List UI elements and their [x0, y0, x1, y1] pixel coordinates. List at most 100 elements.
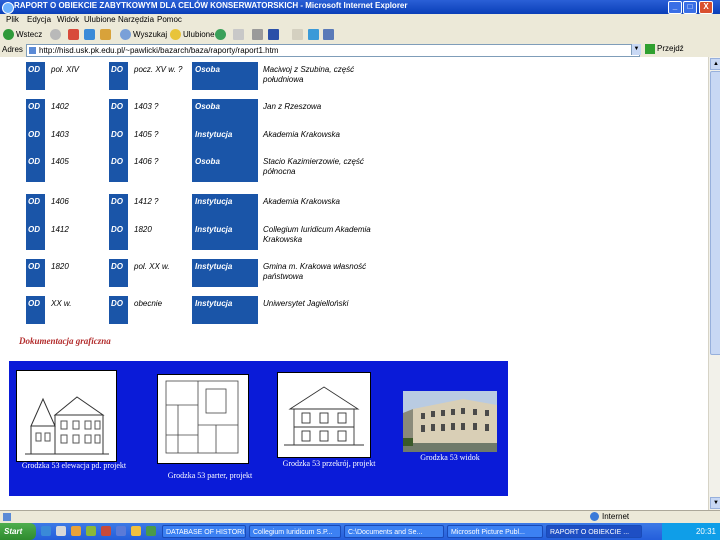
to-date: 1820 — [134, 225, 152, 234]
to-label: DO — [109, 296, 128, 324]
address-input[interactable]: http://hisd.usk.pk.edu.pl/~pawlicki/baza… — [26, 44, 640, 57]
history-row: OD 1412 DO 1820 Instytucja Collegium Iuridicu… — [0, 222, 708, 262]
home-icon — [100, 29, 111, 41]
history-row: OD 1405 DO 1406 ? Osoba Stacio Kazimierzowie,… — [0, 154, 708, 194]
from-date: 1820 — [51, 262, 69, 271]
taskbar-task-raport[interactable]: RAPORT O OBIEKCIE ... — [546, 525, 642, 538]
floor-plan-drawing-icon — [165, 380, 239, 454]
refresh-button[interactable] — [84, 29, 97, 41]
to-date: 1403 ? — [134, 102, 159, 111]
to-date: pol. XX w. — [134, 262, 170, 271]
from-date: 1406 — [51, 197, 69, 206]
edit-word-button[interactable] — [268, 29, 281, 41]
section-drawing-icon — [284, 386, 364, 446]
owner-description: Gmina m. Krakowa własność państwowa — [263, 262, 367, 281]
address-bar: Adres http://hisd.usk.pk.edu.pl/~pawlick… — [0, 43, 720, 58]
favorites-button[interactable]: Ulubione — [170, 29, 215, 41]
app2-quicklaunch-icon[interactable] — [101, 526, 111, 536]
go-arrow-icon — [645, 44, 655, 54]
scroll-up-icon[interactable]: ▲ — [710, 58, 720, 70]
app-quicklaunch-icon[interactable] — [86, 526, 96, 536]
taskbar-task-picture-publisher[interactable]: Microsoft Picture Publ... — [447, 525, 543, 538]
go-button[interactable]: Przejdź — [645, 44, 684, 54]
page-content: OD pol. XIV DO pocz. XV w. ? Osoba Maciwoj z … — [0, 57, 708, 510]
owner-category: Instytucja — [192, 127, 258, 155]
menu-edit[interactable]: Edycja — [27, 15, 51, 24]
close-button[interactable]: X — [699, 1, 713, 14]
discuss-button[interactable] — [292, 29, 305, 41]
taskbar: Start DATABASE OF HISTORI... Collegium I… — [0, 523, 720, 540]
page-icon — [29, 47, 36, 54]
scroll-down-icon[interactable]: ▼ — [710, 497, 720, 509]
forward-button[interactable] — [50, 29, 63, 41]
history-icon — [215, 29, 226, 41]
stop-icon — [68, 29, 79, 41]
research-button[interactable] — [323, 29, 336, 41]
graphic-documentation-gallery: Grodzka 53 elewacja pd. projekt Grodzka … — [9, 361, 508, 496]
maximize-button[interactable]: □ — [683, 1, 697, 14]
menu-bar: Plik Edycja Widok Ulubione Narzędzia Pom… — [0, 14, 720, 28]
system-tray: 20:31 — [662, 523, 720, 540]
taskbar-task-documents[interactable]: C:\Documents and Se... — [344, 525, 444, 538]
start-button[interactable]: Start — [0, 523, 36, 540]
to-date: obecnie — [134, 299, 163, 308]
address-label: Adres — [2, 45, 23, 54]
section-thumbnail[interactable] — [277, 372, 371, 458]
stop-button[interactable] — [68, 29, 81, 41]
app5-quicklaunch-icon[interactable] — [146, 526, 156, 536]
taskbar-task-database[interactable]: DATABASE OF HISTORI... — [162, 525, 246, 538]
to-date: 1412 ? — [134, 197, 159, 206]
from-date: XX w. — [51, 299, 72, 308]
address-url: http://hisd.usk.pk.edu.pl/~pawlicki/baza… — [39, 46, 279, 55]
from-date: pol. XIV — [51, 65, 80, 74]
owner-description: Uniwersytet Jagielloński — [263, 299, 349, 308]
scroll-thumb[interactable] — [710, 71, 720, 355]
globe-icon — [590, 512, 599, 522]
from-label: OD — [26, 259, 45, 287]
from-label: OD — [26, 99, 45, 127]
search-button[interactable]: Wyszukaj — [120, 29, 167, 41]
media-quicklaunch-icon[interactable] — [71, 526, 81, 536]
vertical-scrollbar[interactable]: ▲ ▼ — [708, 57, 720, 510]
photo-thumbnail[interactable] — [403, 391, 497, 452]
address-dropdown-icon[interactable]: ▼ — [631, 44, 641, 55]
taskbar-task-collegium[interactable]: Collegium Iuridicum S.P... — [249, 525, 341, 538]
menu-view[interactable]: Widok — [57, 15, 79, 24]
minimize-button[interactable]: _ — [668, 1, 682, 14]
history-row: OD pol. XIV DO pocz. XV w. ? Osoba Maciwoj z … — [0, 62, 708, 102]
to-date: 1406 ? — [134, 157, 159, 166]
owner-description: Stacio Kazimierzowie, część północna — [263, 157, 364, 176]
floor-plan-thumbnail[interactable] — [157, 374, 249, 464]
print-icon — [252, 29, 263, 41]
history-row: OD 1820 DO pol. XX w. Instytucja Gmina m. Kra… — [0, 259, 708, 299]
ie-quicklaunch-icon[interactable] — [41, 526, 51, 536]
app4-quicklaunch-icon[interactable] — [131, 526, 141, 536]
print-button[interactable] — [252, 29, 265, 41]
from-label: OD — [26, 127, 45, 155]
from-date: 1412 — [51, 225, 69, 234]
clock: 20:31 — [695, 527, 716, 536]
messenger-button[interactable] — [308, 29, 321, 41]
elevation-thumbnail[interactable] — [16, 370, 117, 462]
from-label: OD — [26, 62, 45, 90]
window-title-bar: RAPORT O OBIEKCIE ZABYTKOWYM DLA CELÓW K… — [0, 0, 720, 14]
ie-icon — [2, 2, 14, 14]
star-icon — [170, 29, 181, 41]
mail-button[interactable] — [233, 29, 246, 41]
menu-file[interactable]: Plik — [6, 15, 19, 24]
app3-quicklaunch-icon[interactable] — [116, 526, 126, 536]
owner-category: Osoba — [192, 99, 258, 127]
home-button[interactable] — [100, 29, 113, 41]
history-button[interactable] — [215, 29, 228, 41]
history-row: OD XX w. DO obecnie Instytucja Uniwersytet Ja… — [0, 296, 708, 336]
menu-help[interactable]: Pomoc — [157, 15, 182, 24]
owner-category: Osoba — [192, 62, 258, 90]
menu-tools[interactable]: Narzędzia — [118, 15, 154, 24]
documentation-heading: Dokumentacja graficzna — [19, 336, 111, 346]
owner-category: Instytucja — [192, 222, 258, 250]
desktop-quicklaunch-icon[interactable] — [56, 526, 66, 536]
menu-favorites[interactable]: Ulubione — [84, 15, 116, 24]
back-button[interactable]: Wstecz — [3, 29, 42, 41]
discuss-icon — [292, 29, 303, 41]
search-icon — [120, 29, 131, 41]
